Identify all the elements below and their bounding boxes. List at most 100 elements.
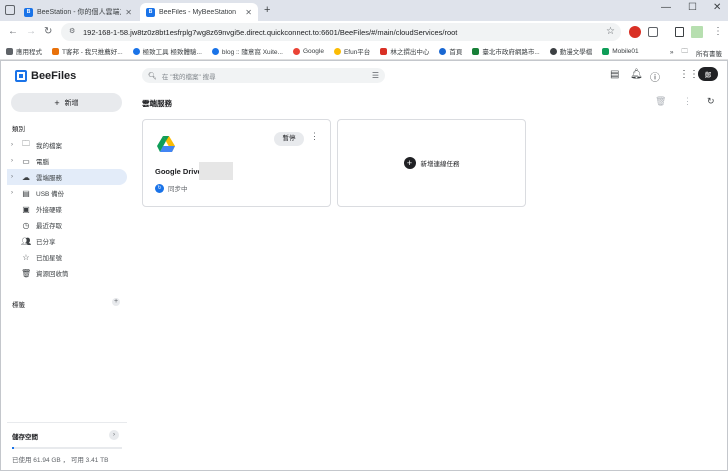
bookmark-item[interactable]: Mobile01 — [602, 47, 639, 55]
new-tab-icon[interactable]: + — [264, 4, 270, 16]
sidebar-item-usb-backup[interactable]: › ▤ USB 備份 — [7, 185, 127, 201]
bookmark-favicon-icon — [380, 47, 388, 55]
bookmark-item[interactable]: Google — [292, 47, 324, 55]
add-tag-icon[interactable]: + — [112, 298, 120, 306]
bookmarks-bar: 應用程式 T客邦 - 我只推薦好... 極致工具 極致體驗... blog ::… — [0, 43, 728, 60]
chevron-right-icon[interactable]: › — [11, 142, 16, 148]
bookmark-star-icon[interactable]: ☆ — [606, 26, 615, 37]
bookmark-item[interactable]: Efun平台 — [333, 46, 370, 56]
chevron-right-icon[interactable]: › — [109, 430, 119, 440]
sidebar-item-external-drive[interactable]: ▣ 外接硬碟 — [7, 201, 127, 217]
bookmark-item[interactable]: 應用程式 — [6, 46, 42, 56]
storage-progress-bar — [12, 447, 122, 449]
maximize-icon[interactable]: ☐ — [688, 2, 697, 13]
url-text: 192-168-1-58.jw8tz0z8bt1esfrplg7wg8z69nv… — [83, 27, 458, 37]
sidebar-nav: › 🗀 我的檔案 › ▭ 電腦 › ☁ 雲端服務 › ▤ USB 備份 ▣ 外接… — [7, 137, 127, 281]
menu-dots-icon[interactable]: ⋮ — [713, 26, 723, 37]
bookmark-favicon-icon — [132, 47, 140, 55]
clipboard-icon[interactable]: ▤ — [610, 69, 619, 80]
service-name: Google Drive — [155, 167, 202, 176]
adblock-extension-icon[interactable] — [629, 26, 641, 38]
more-options-icon[interactable]: ⋮ — [310, 131, 319, 142]
chevron-right-icon[interactable]: › — [11, 190, 16, 196]
close-window-icon[interactable]: ✕ — [713, 2, 721, 13]
browser-toolbar: ← → ↻ ⚙ 192-168-1-58.jw8tz0z8bt1esfrplg7… — [0, 21, 728, 43]
tab-search-icon[interactable] — [5, 5, 15, 15]
help-icon[interactable]: ⓘ — [650, 69, 660, 84]
close-tab-icon[interactable]: ✕ — [125, 8, 132, 17]
minimize-icon[interactable]: — — [661, 2, 671, 13]
chevron-right-icon[interactable]: › — [11, 158, 16, 164]
computer-icon: ▭ — [22, 156, 30, 166]
folder-icon: 🗀 — [681, 48, 689, 55]
sidebar-item-computer[interactable]: › ▭ 電腦 — [7, 153, 127, 169]
page-title: 雲端服務 — [142, 99, 172, 108]
sidebar-item-my-files[interactable]: › 🗀 我的檔案 — [7, 137, 127, 153]
bookmark-favicon-icon — [211, 47, 219, 55]
trash-icon: 🗑︎ — [21, 268, 32, 278]
browser-tab-beefiles[interactable]: B BeeFiles - MyBeeStation ✕ — [140, 3, 258, 21]
avatar[interactable]: 鄭 — [698, 67, 718, 81]
browser-title-bar: B BeeStation - 你的個人雲端之旅 ✕ B BeeFiles - M… — [0, 0, 728, 21]
apps-grid-icon[interactable]: ⋮⋮ — [679, 69, 699, 80]
search-icon: 🔍︎ — [148, 72, 157, 80]
beefiles-logo-icon — [15, 70, 27, 82]
bookmark-item[interactable]: 動漫文學檔 — [549, 46, 592, 56]
beestation-favicon-icon: B — [24, 7, 33, 17]
bookmark-item[interactable]: T客邦 - 我只推薦好... — [52, 46, 123, 56]
back-icon[interactable]: ← — [8, 26, 18, 37]
folder-icon: 🗀 — [22, 139, 30, 148]
bookmark-item[interactable]: blog :: 隨意窩 Xuite... — [211, 46, 283, 56]
tags-label: 標籤 — [12, 302, 25, 309]
beefiles-app: BeeFiles 🔍︎ 在 "我的檔案" 搜尋 ☰ ▤ 🔔︎ ⓘ ⋮⋮ 鄭 + … — [0, 60, 728, 471]
bookmark-favicon-icon — [439, 47, 447, 55]
bookmark-item[interactable]: 林之撰出中心 — [380, 46, 429, 56]
search-input[interactable]: 🔍︎ 在 "我的檔案" 搜尋 ☰ — [142, 68, 385, 83]
star-icon: ☆ — [22, 252, 30, 262]
sidebar-item-starred[interactable]: ☆ 已加星號 — [7, 249, 127, 265]
storage-usage-text: 已使用 61.94 GB ， 可用 3.41 TB — [12, 457, 109, 464]
service-card-google-drive[interactable]: 暫停 ⋮ Google Drive ↻ 同步中 — [142, 119, 331, 207]
google-drive-icon — [157, 136, 175, 152]
refresh-icon[interactable]: ↻ — [707, 96, 715, 107]
people-icon: 👥︎ — [21, 236, 32, 246]
side-panel-icon[interactable] — [675, 27, 684, 37]
site-info-icon[interactable]: ⚙ — [69, 28, 77, 36]
sidebar-item-cloud-services[interactable]: › ☁ 雲端服務 — [7, 169, 127, 185]
all-bookmarks-folder[interactable]: » 🗀 所有書籤 — [670, 47, 722, 58]
forward-icon[interactable]: → — [26, 26, 36, 37]
sidebar-item-recycle-bin[interactable]: 🗑︎ 資源回收筒 — [7, 265, 127, 281]
beefiles-favicon-icon: B — [146, 7, 155, 17]
bookmark-item[interactable]: 臺北市政府網路市... — [472, 46, 540, 56]
google-icon — [292, 47, 300, 55]
reload-icon[interactable]: ↻ — [44, 26, 52, 37]
chevron-right-icon[interactable]: › — [11, 174, 16, 180]
tab-title: BeeFiles - MyBeeStation — [159, 8, 237, 16]
sidebar-item-shared[interactable]: 👥︎ 已分享 — [7, 233, 127, 249]
delete-icon[interactable]: 🗑︎ — [655, 96, 666, 107]
profile-icon[interactable] — [691, 26, 703, 38]
add-connection-card[interactable]: + 新增連線任務 — [337, 119, 526, 207]
bookmark-favicon-icon — [472, 47, 480, 55]
more-options-icon[interactable]: ⋮ — [683, 96, 692, 107]
plus-icon: + — [54, 97, 60, 108]
storage-progress-fill — [12, 447, 14, 449]
filter-icon[interactable]: ☰ — [372, 71, 379, 80]
new-button[interactable]: + 新增 — [11, 93, 122, 112]
bookmark-item[interactable]: 極致工具 極致體驗... — [132, 46, 202, 56]
redacted-area — [199, 162, 233, 180]
pause-button[interactable]: 暫停 — [274, 132, 304, 146]
add-circle-icon: + — [403, 157, 416, 169]
app-logo[interactable]: BeeFiles — [15, 70, 76, 82]
browser-tab-beestation[interactable]: B BeeStation - 你的個人雲端之旅 ✕ — [18, 3, 138, 21]
bookmark-item[interactable]: 首頁 — [439, 46, 462, 56]
close-tab-icon[interactable]: ✕ — [245, 8, 252, 17]
bookmark-favicon-icon — [602, 47, 610, 55]
sync-status: ↻ 同步中 — [155, 183, 188, 193]
bookmark-favicon-icon — [52, 47, 59, 55]
sidebar-item-recent[interactable]: ◷ 最近存取 — [7, 217, 127, 233]
notification-bell-icon[interactable]: 🔔︎ — [630, 69, 643, 80]
address-bar[interactable]: ⚙ 192-168-1-58.jw8tz0z8bt1esfrplg7wg8z69… — [61, 23, 621, 41]
extensions-icon[interactable] — [648, 27, 658, 37]
more-bookmarks-icon[interactable]: » — [670, 49, 674, 56]
